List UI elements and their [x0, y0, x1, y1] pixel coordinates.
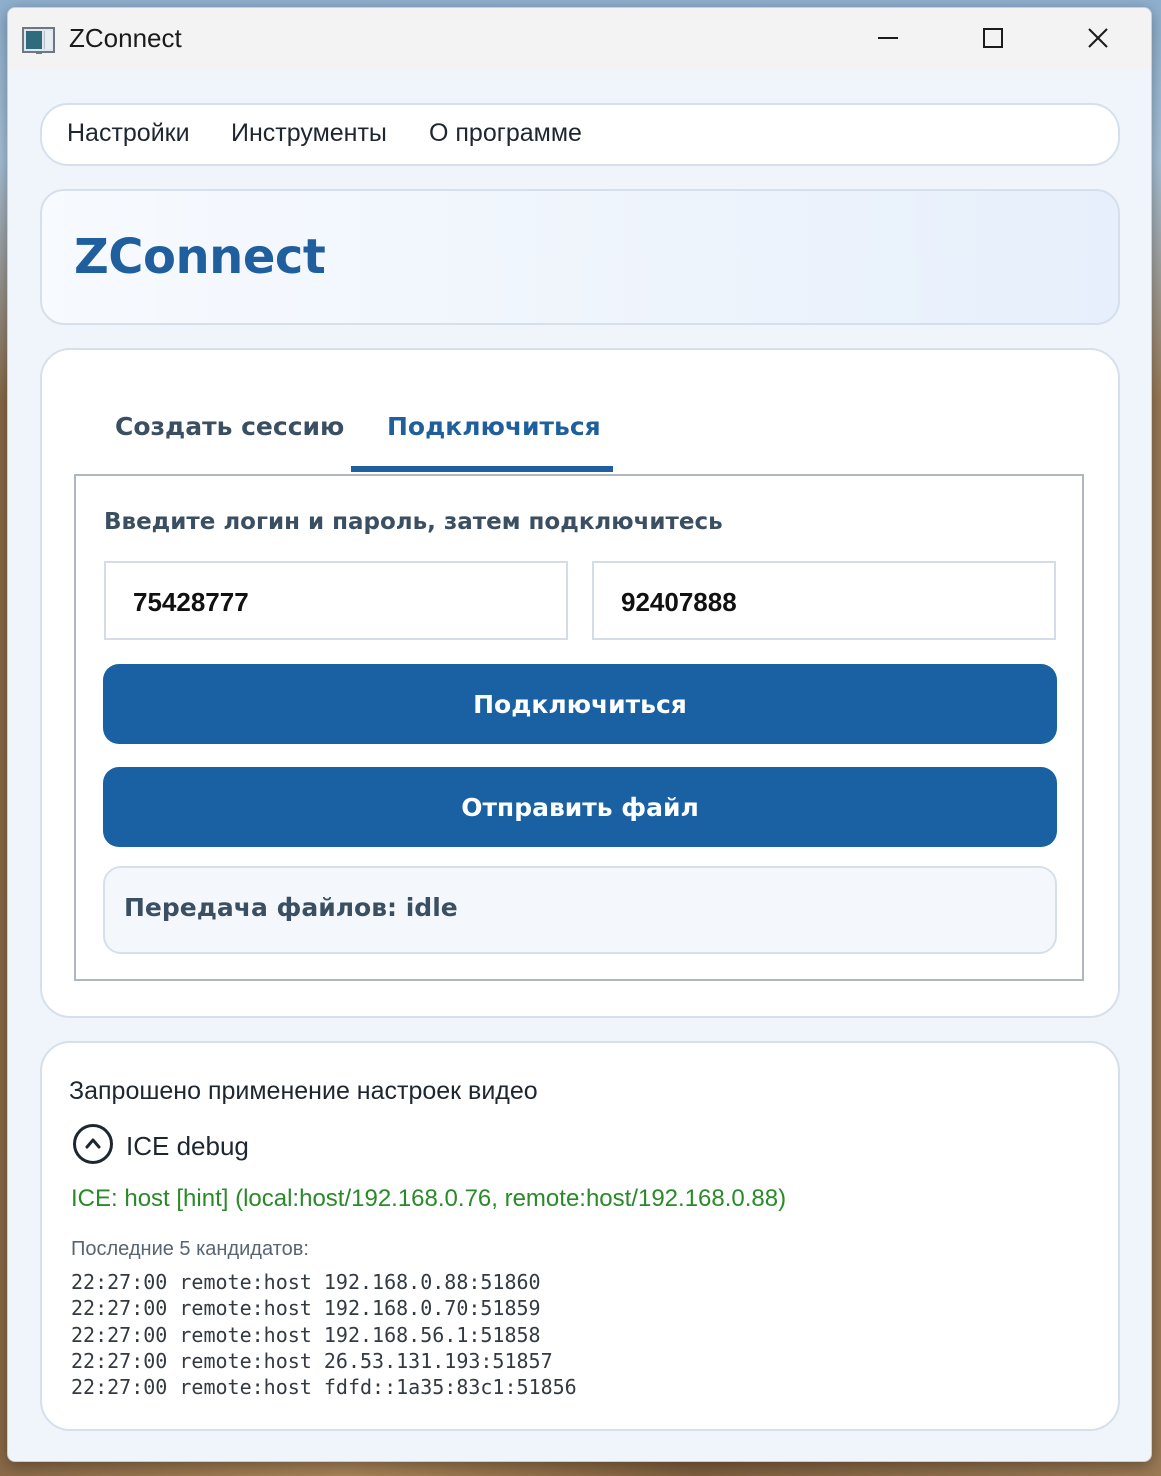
file-transfer-status-box: Передача файлов: idle [103, 866, 1057, 954]
candidate-line: 22:27:00 remote:host 192.168.0.70:51859 [71, 1296, 541, 1320]
ice-debug-toggle[interactable] [73, 1124, 113, 1164]
log-message: Запрошено применение настроек видео [69, 1077, 538, 1105]
candidates-title: Последние 5 кандидатов: [71, 1238, 309, 1260]
tab-connect[interactable]: Подключиться [387, 412, 601, 441]
candidate-line: 22:27:00 remote:host fdfd::1a35:83c1:518… [71, 1375, 577, 1399]
password-field[interactable]: 92407888 [592, 561, 1056, 640]
candidate-line: 22:27:00 remote:host 192.168.56.1:51858 [71, 1323, 541, 1347]
login-field[interactable]: 75428777 [104, 561, 568, 640]
minimize-button[interactable] [858, 16, 918, 60]
header-card: ZConnect [40, 189, 1120, 325]
connect-panel: Введите логин и пароль, затем подключите… [74, 474, 1084, 981]
menu-settings[interactable]: Настройки [67, 119, 190, 148]
file-transfer-status: Передача файлов: idle [124, 893, 458, 922]
connect-button[interactable]: Подключиться [103, 664, 1057, 744]
title-bar[interactable]: ZConnect [8, 8, 1151, 70]
window-title: ZConnect [69, 23, 182, 53]
app-window: ZConnect Настройки Инструменты О програм… [7, 7, 1152, 1462]
login-value: 75428777 [133, 587, 249, 617]
password-value: 92407888 [621, 587, 737, 617]
menu-tools[interactable]: Инструменты [231, 119, 387, 148]
close-button[interactable] [1068, 16, 1128, 60]
ice-status: ICE: host [hint] (local:host/192.168.0.7… [71, 1185, 787, 1212]
close-icon [1088, 28, 1108, 48]
log-card: Запрошено применение настроек видео ICE … [40, 1041, 1120, 1431]
app-heading: ZConnect [74, 229, 326, 285]
tab-create-session[interactable]: Создать сессию [115, 412, 344, 441]
connect-instruction: Введите логин и пароль, затем подключите… [104, 509, 723, 535]
maximize-icon [983, 28, 1003, 48]
candidate-line: 22:27:00 remote:host 192.168.0.88:51860 [71, 1270, 541, 1294]
maximize-button[interactable] [963, 16, 1023, 60]
session-card: Создать сессию Подключиться Введите логи… [40, 348, 1120, 1018]
minimize-icon [878, 37, 898, 39]
active-tab-indicator [351, 466, 613, 472]
menu-about[interactable]: О программе [429, 119, 582, 148]
candidate-line: 22:27:00 remote:host 26.53.131.193:51857 [71, 1349, 553, 1373]
send-file-button[interactable]: Отправить файл [103, 767, 1057, 847]
ice-debug-label[interactable]: ICE debug [126, 1131, 249, 1162]
chevron-up-icon [85, 1138, 101, 1149]
menu-bar: Настройки Инструменты О программе [40, 103, 1120, 166]
app-icon [22, 27, 55, 54]
